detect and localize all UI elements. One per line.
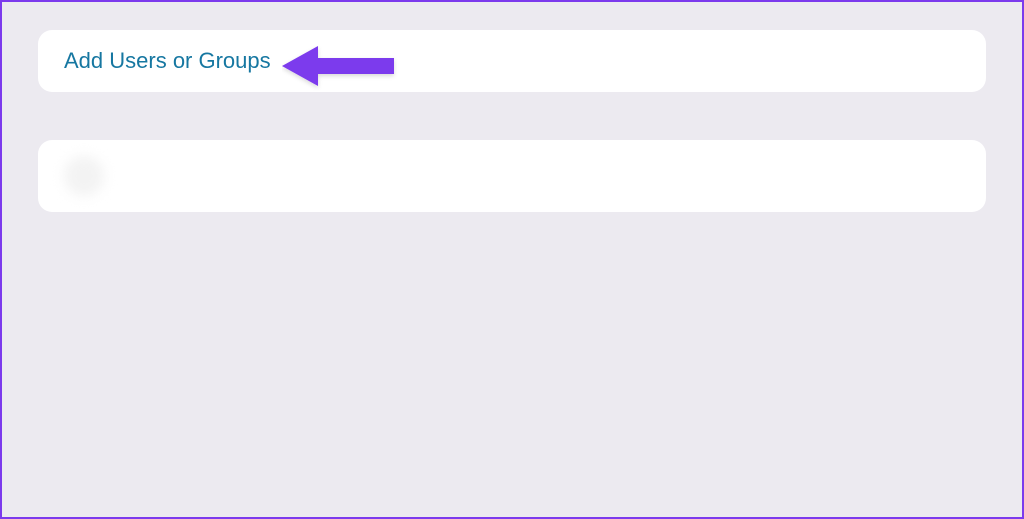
avatar	[64, 156, 104, 196]
add-users-card[interactable]: Add Users or Groups	[38, 30, 986, 92]
add-users-or-groups-link[interactable]: Add Users or Groups	[64, 48, 271, 74]
user-group-list-card	[38, 140, 986, 212]
